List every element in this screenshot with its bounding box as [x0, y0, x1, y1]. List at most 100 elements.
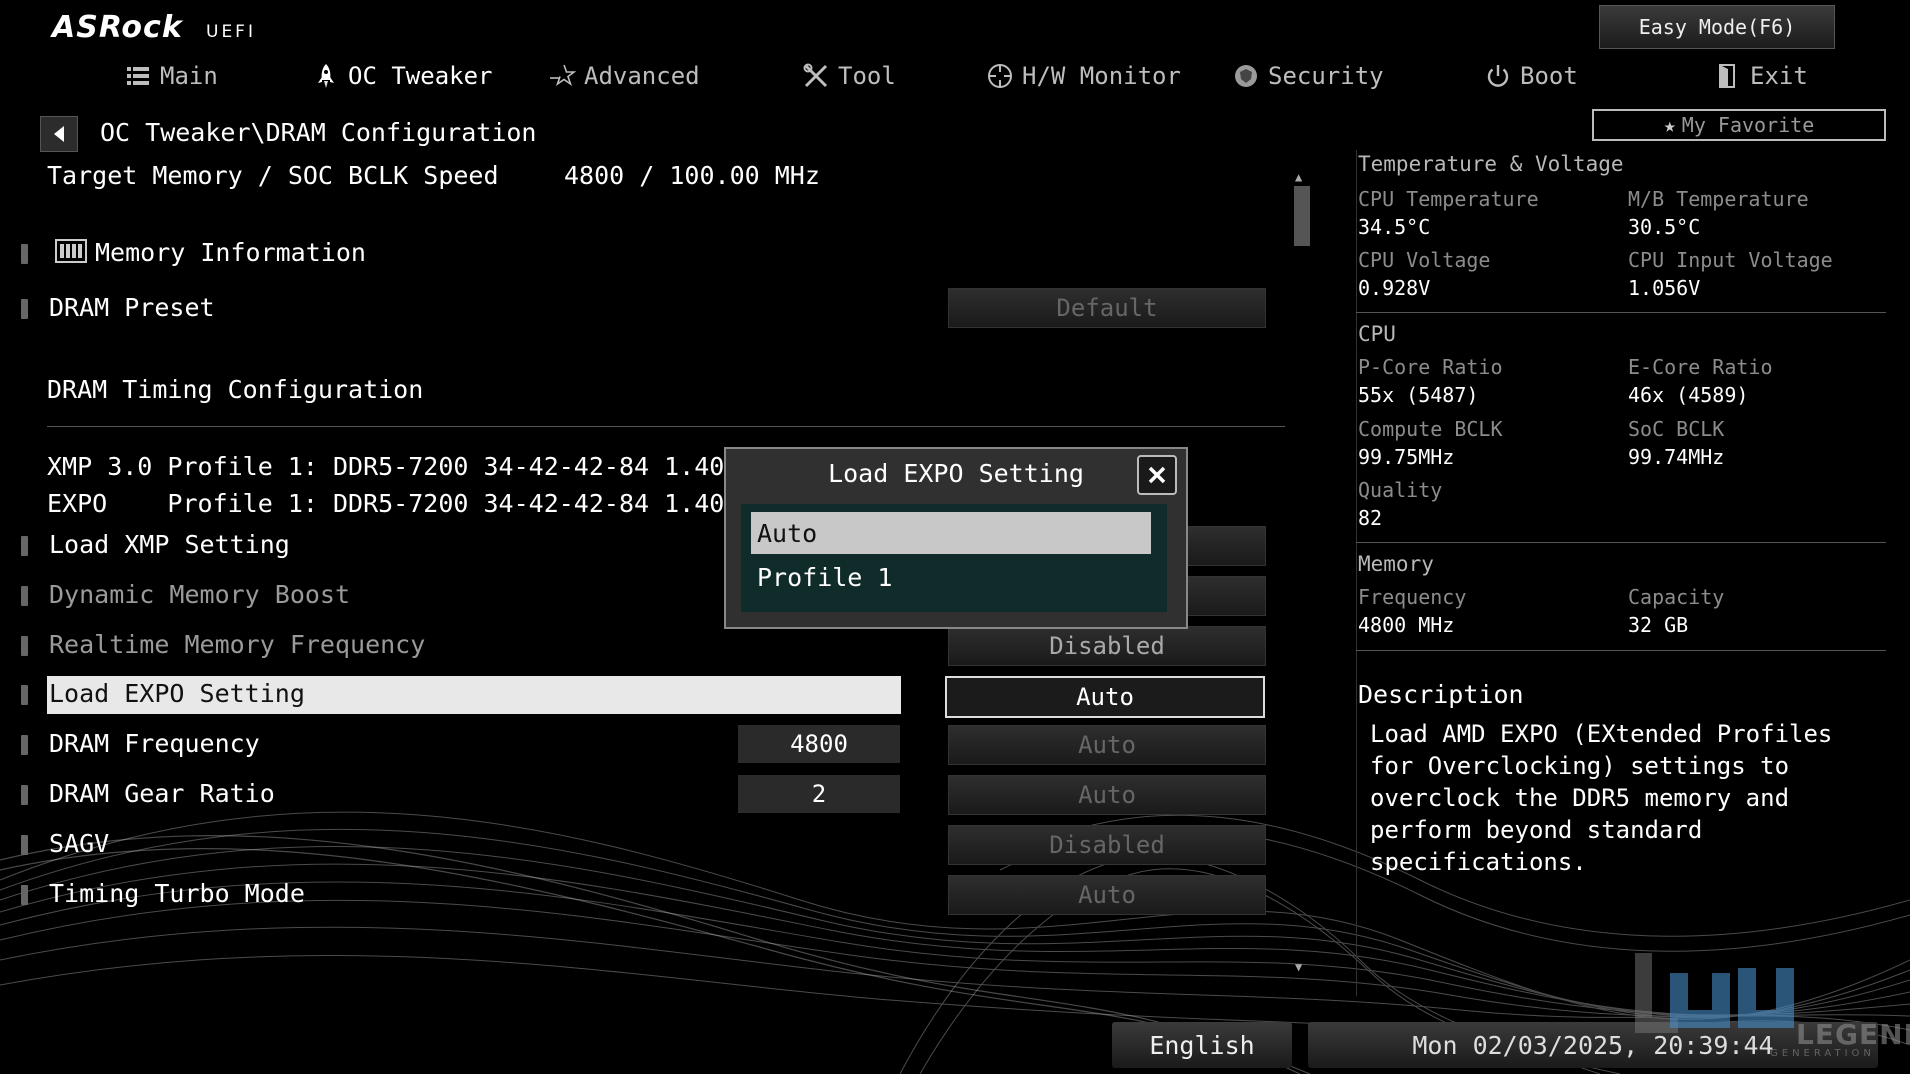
cpu-voltage-value: 0.928V — [1358, 276, 1431, 300]
panel-divider — [1356, 312, 1886, 313]
tab-security-label: Security — [1268, 62, 1384, 90]
panel-divider — [1356, 542, 1886, 543]
my-favorite-button[interactable]: ★ My Favorite — [1592, 109, 1886, 141]
star-arrow-icon — [550, 64, 576, 87]
memory-frequency-value: 4800 MHz — [1358, 613, 1455, 637]
tab-security[interactable]: Security — [1232, 58, 1384, 94]
panel-divider — [1356, 650, 1886, 651]
tab-hw-monitor[interactable]: H/W Monitor — [986, 58, 1181, 94]
p-core-ratio-label: P-Core Ratio — [1358, 355, 1503, 379]
row-bullet — [21, 299, 28, 319]
dram-preset-value[interactable]: Default — [948, 288, 1266, 328]
realtime-memory-frequency-value[interactable]: Disabled — [948, 626, 1266, 666]
shield-icon — [1235, 65, 1257, 87]
uefi-label: UEFI — [206, 22, 256, 42]
tab-oc-tweaker-label: OC Tweaker — [348, 62, 493, 90]
load-expo-value[interactable]: Auto — [945, 676, 1265, 718]
row-bullet — [21, 735, 28, 755]
row-bullet — [21, 835, 28, 855]
sagv-value[interactable]: Disabled — [948, 825, 1266, 865]
timing-turbo-mode-value[interactable]: Auto — [948, 875, 1266, 915]
tab-advanced-label: Advanced — [584, 62, 700, 90]
crosshair-icon — [988, 64, 1012, 88]
row-bullet — [21, 586, 28, 606]
my-favorite-label: My Favorite — [1681, 113, 1815, 137]
memory-chip-icon — [54, 236, 88, 270]
breadcrumb: OC Tweaker\DRAM Configuration — [100, 118, 537, 147]
back-arrow-icon — [54, 126, 64, 142]
cpu-title: CPU — [1358, 322, 1396, 346]
tab-advanced[interactable]: Advanced — [548, 58, 700, 94]
p-core-ratio-value: 55x (5487) — [1358, 383, 1479, 407]
dram-frequency-current: 4800 — [738, 725, 900, 763]
dram-timing-configuration-item[interactable]: DRAM Timing Configuration — [47, 375, 423, 404]
tab-tool-label: Tool — [838, 62, 896, 90]
load-expo-label[interactable]: Load EXPO Setting — [49, 679, 305, 708]
mb-temperature-label: M/B Temperature — [1628, 187, 1809, 211]
e-core-ratio-label: E-Core Ratio — [1628, 355, 1773, 379]
realtime-memory-frequency-label: Realtime Memory Frequency — [49, 630, 426, 659]
scroll-down-arrow[interactable]: ▼ — [1295, 960, 1302, 974]
tab-tool[interactable]: Tool — [802, 58, 896, 94]
dialog-close-button[interactable] — [1137, 455, 1177, 495]
scroll-up-arrow[interactable]: ▲ — [1295, 170, 1302, 184]
tab-exit[interactable]: Exit — [1714, 58, 1808, 94]
memory-capacity-value: 32 GB — [1628, 613, 1689, 637]
row-bullet — [21, 785, 28, 805]
option-profile-1[interactable]: Profile 1 — [751, 556, 1151, 598]
watermark-text: LEGEND — [1796, 1018, 1910, 1051]
dialog-option-list: Auto Profile 1 — [741, 504, 1167, 612]
list-icon — [127, 67, 149, 85]
tab-boot[interactable]: Boot — [1484, 58, 1578, 94]
memory-frequency-label: Frequency — [1358, 585, 1467, 609]
option-auto[interactable]: Auto — [751, 512, 1151, 554]
tab-hw-monitor-label: H/W Monitor — [1022, 62, 1181, 90]
divider — [47, 426, 1285, 427]
memory-information-item[interactable]: Memory Information — [95, 238, 366, 267]
cpu-input-voltage-label: CPU Input Voltage — [1628, 248, 1833, 272]
rocket-icon — [318, 64, 334, 88]
scrollbar-thumb[interactable] — [1294, 186, 1310, 246]
dram-gear-ratio-value[interactable]: Auto — [948, 775, 1266, 815]
load-expo-dialog: Load EXPO Setting Auto Profile 1 — [724, 447, 1188, 629]
quality-label: Quality — [1358, 478, 1443, 502]
tab-boot-label: Boot — [1520, 62, 1578, 90]
dialog-title: Load EXPO Setting — [828, 459, 1084, 488]
watermark-subtext: GENERATION — [1770, 1048, 1875, 1059]
dram-gear-ratio-current: 2 — [738, 775, 900, 813]
tab-main[interactable]: Main — [124, 58, 218, 94]
cpu-input-voltage-value: 1.056V — [1628, 276, 1701, 300]
description-title: Description — [1358, 680, 1524, 709]
legend-watermark-logo — [1630, 948, 1800, 1042]
e-core-ratio-value: 46x (4589) — [1628, 383, 1749, 407]
cpu-temperature-value: 34.5°C — [1358, 215, 1431, 239]
language-button[interactable]: English — [1112, 1022, 1292, 1068]
compute-bclk-label: Compute BCLK — [1358, 417, 1503, 441]
xmp-profile-info: XMP 3.0 Profile 1: DDR5-7200 34-42-42-84… — [47, 452, 815, 481]
compute-bclk-value: 99.75MHz — [1358, 445, 1455, 469]
exit-door-icon — [1719, 64, 1735, 88]
cpu-temperature-label: CPU Temperature — [1358, 187, 1539, 211]
quality-value: 82 — [1358, 506, 1383, 530]
memory-capacity-label: Capacity — [1628, 585, 1725, 609]
easy-mode-button[interactable]: Easy Mode(F6) — [1599, 5, 1835, 49]
back-button[interactable] — [40, 116, 78, 152]
asrock-logo: ASRock — [52, 10, 183, 45]
description-text: Load AMD EXPO (EXtended Profiles for Ove… — [1370, 720, 1833, 876]
row-bullet — [21, 636, 28, 656]
row-bullet — [21, 685, 28, 705]
tab-oc-tweaker[interactable]: OC Tweaker — [312, 58, 493, 94]
memory-title: Memory — [1358, 552, 1434, 576]
tab-exit-label: Exit — [1750, 62, 1808, 90]
tools-icon — [803, 63, 828, 88]
soc-bclk-value: 99.74MHz — [1628, 445, 1725, 469]
dram-frequency-label: DRAM Frequency — [49, 729, 260, 758]
dram-frequency-value[interactable]: Auto — [948, 725, 1266, 765]
cpu-voltage-label: CPU Voltage — [1358, 248, 1491, 272]
power-icon — [1487, 65, 1509, 87]
sagv-label: SAGV — [49, 829, 110, 858]
close-icon — [1148, 466, 1166, 484]
load-xmp-label: Load XMP Setting — [49, 530, 290, 559]
dram-gear-ratio-label: DRAM Gear Ratio — [49, 779, 275, 808]
star-icon: ★ — [1663, 113, 1676, 137]
